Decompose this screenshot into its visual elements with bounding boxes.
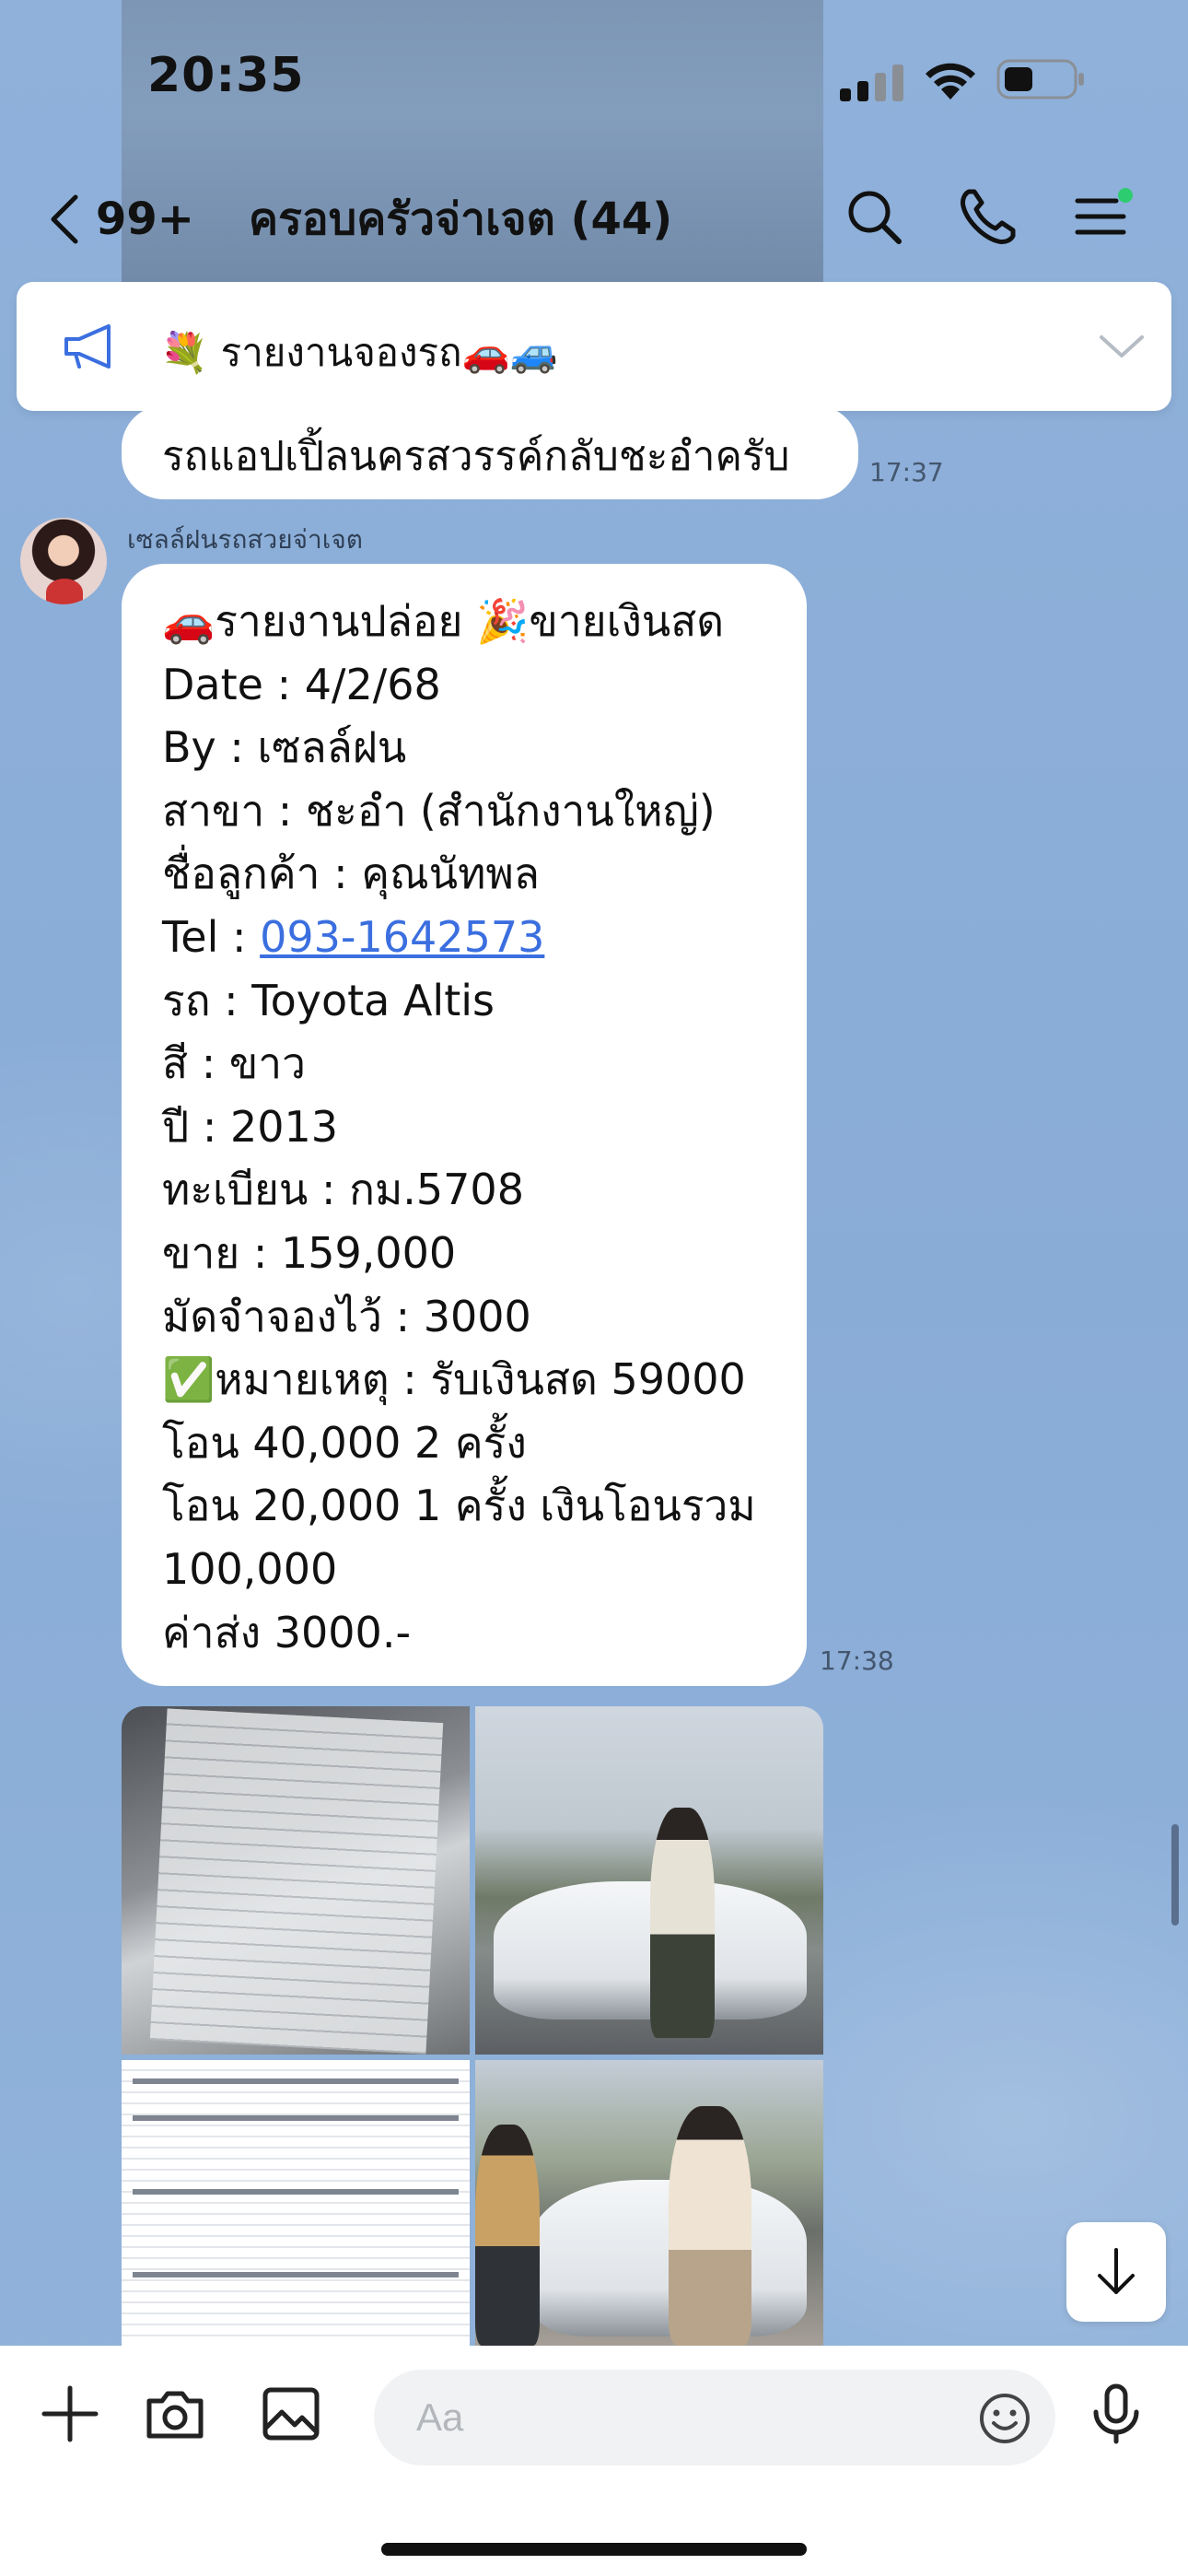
message-line: ✅หมายเหตุ : รับเงินสด 59000 [162, 1354, 746, 1405]
status-bar: 20:35 [0, 0, 1188, 157]
status-time: 20:35 [147, 48, 305, 103]
message-input-field[interactable] [374, 2370, 1055, 2465]
message-input[interactable] [416, 2370, 932, 2465]
message-line: By : เซลล์ฝน [162, 722, 407, 773]
home-indicator[interactable] [381, 2543, 807, 2556]
message-bubble[interactable]: รถแอปเปิ้ลนครสวรรค์กลับชะอำครับ [122, 405, 858, 499]
form-rule [133, 2189, 459, 2195]
sender-name: เซลล์ฝนรถสวยจ่าเจต [127, 524, 363, 555]
customer-with-car-photo[interactable] [475, 1706, 823, 2055]
paper-sheet [149, 1708, 444, 2055]
message-line: สี : ขาว [162, 1038, 306, 1089]
message-line: 🚗รายงานปล่อย 🎉ขายเงินสด [162, 596, 725, 646]
message-composer [0, 2346, 1188, 2576]
arrow-down-icon [1098, 2248, 1135, 2294]
wifi-icon [926, 63, 975, 100]
pinned-announcement[interactable]: 💐 รายงานจองรถ🚗🚙 [17, 282, 1171, 411]
message-line: โอน 40,000 2 ครั้ง [162, 1417, 527, 1468]
seller-figure [475, 2125, 540, 2346]
message-time: 17:38 [820, 1645, 894, 1676]
contract-document-photo[interactable] [122, 1706, 470, 2055]
form-rule [133, 2272, 459, 2277]
chat-title[interactable]: ครอบครัวจ่าเจต (44) [249, 184, 672, 254]
message-line: ชื่อลูกค้า : คุณนัทพล [162, 849, 540, 899]
announcement-text: 💐 รายงานจองรถ🚗🚙 [160, 330, 559, 375]
cellular-signal-icon [840, 64, 903, 101]
microphone-icon[interactable] [1083, 2381, 1149, 2447]
menu-icon[interactable] [1068, 184, 1133, 249]
camera-icon[interactable] [142, 2381, 208, 2447]
search-icon[interactable] [842, 184, 906, 249]
emoji-icon[interactable] [978, 2392, 1031, 2445]
message-line: Date : 4/2/68 [162, 659, 441, 709]
scrollbar-thumb[interactable] [1171, 1824, 1179, 1926]
image-icon[interactable] [258, 2381, 324, 2447]
unread-count: 99+ [96, 193, 195, 245]
message-line: สาขา : ชะอำ (สำนักงานใหญ่) [162, 785, 716, 836]
message-line: ทะเบียน : กม.5708 [162, 1165, 524, 1215]
chevron-left-icon [51, 194, 78, 244]
message-line: 100,000 [162, 1543, 338, 1594]
scroll-to-bottom-button[interactable] [1066, 2222, 1166, 2322]
message-bubble[interactable]: 🚗รายงานปล่อย 🎉ขายเงินสด Date : 4/2/68 By… [122, 564, 807, 1686]
message-line: ขาย : 159,000 [162, 1227, 457, 1278]
back-button[interactable]: 99+ [46, 182, 194, 256]
form-rule [133, 2078, 459, 2084]
message-text: รถแอปเปิ้ลนครสวรรค์กลับชะอำครับ [162, 433, 790, 480]
phone-icon[interactable] [956, 184, 1020, 249]
customer-figure [669, 2106, 751, 2346]
tel-label: Tel : [162, 911, 261, 962]
battery-icon [996, 59, 1084, 100]
message-line: มัดจำจองไว้ : 3000 [162, 1291, 531, 1341]
message-line: Tel : 093-1642573 [162, 906, 766, 969]
phone-link[interactable]: 093-1642573 [260, 912, 544, 962]
chat-header: 99+ ครอบครัวจ่าเจต (44) [0, 157, 1188, 276]
message-line: โอน 20,000 1 ครั้ง เงินโอนรวม [162, 1481, 756, 1531]
plus-icon[interactable] [37, 2381, 103, 2447]
message-time: 17:37 [869, 457, 944, 487]
chevron-down-icon[interactable] [1096, 328, 1147, 365]
form-rule [133, 2115, 459, 2121]
sales-form-photo[interactable] [122, 2060, 470, 2346]
message-line: รถ : Toyota Altis [162, 975, 495, 1025]
avatar[interactable] [20, 518, 107, 604]
customer-figure [650, 1808, 715, 2038]
message-line: ค่าส่ง 3000.- [162, 1607, 412, 1657]
handover-photo[interactable] [475, 2060, 823, 2346]
message-line: ปี : 2013 [162, 1101, 339, 1152]
megaphone-icon [64, 324, 111, 369]
